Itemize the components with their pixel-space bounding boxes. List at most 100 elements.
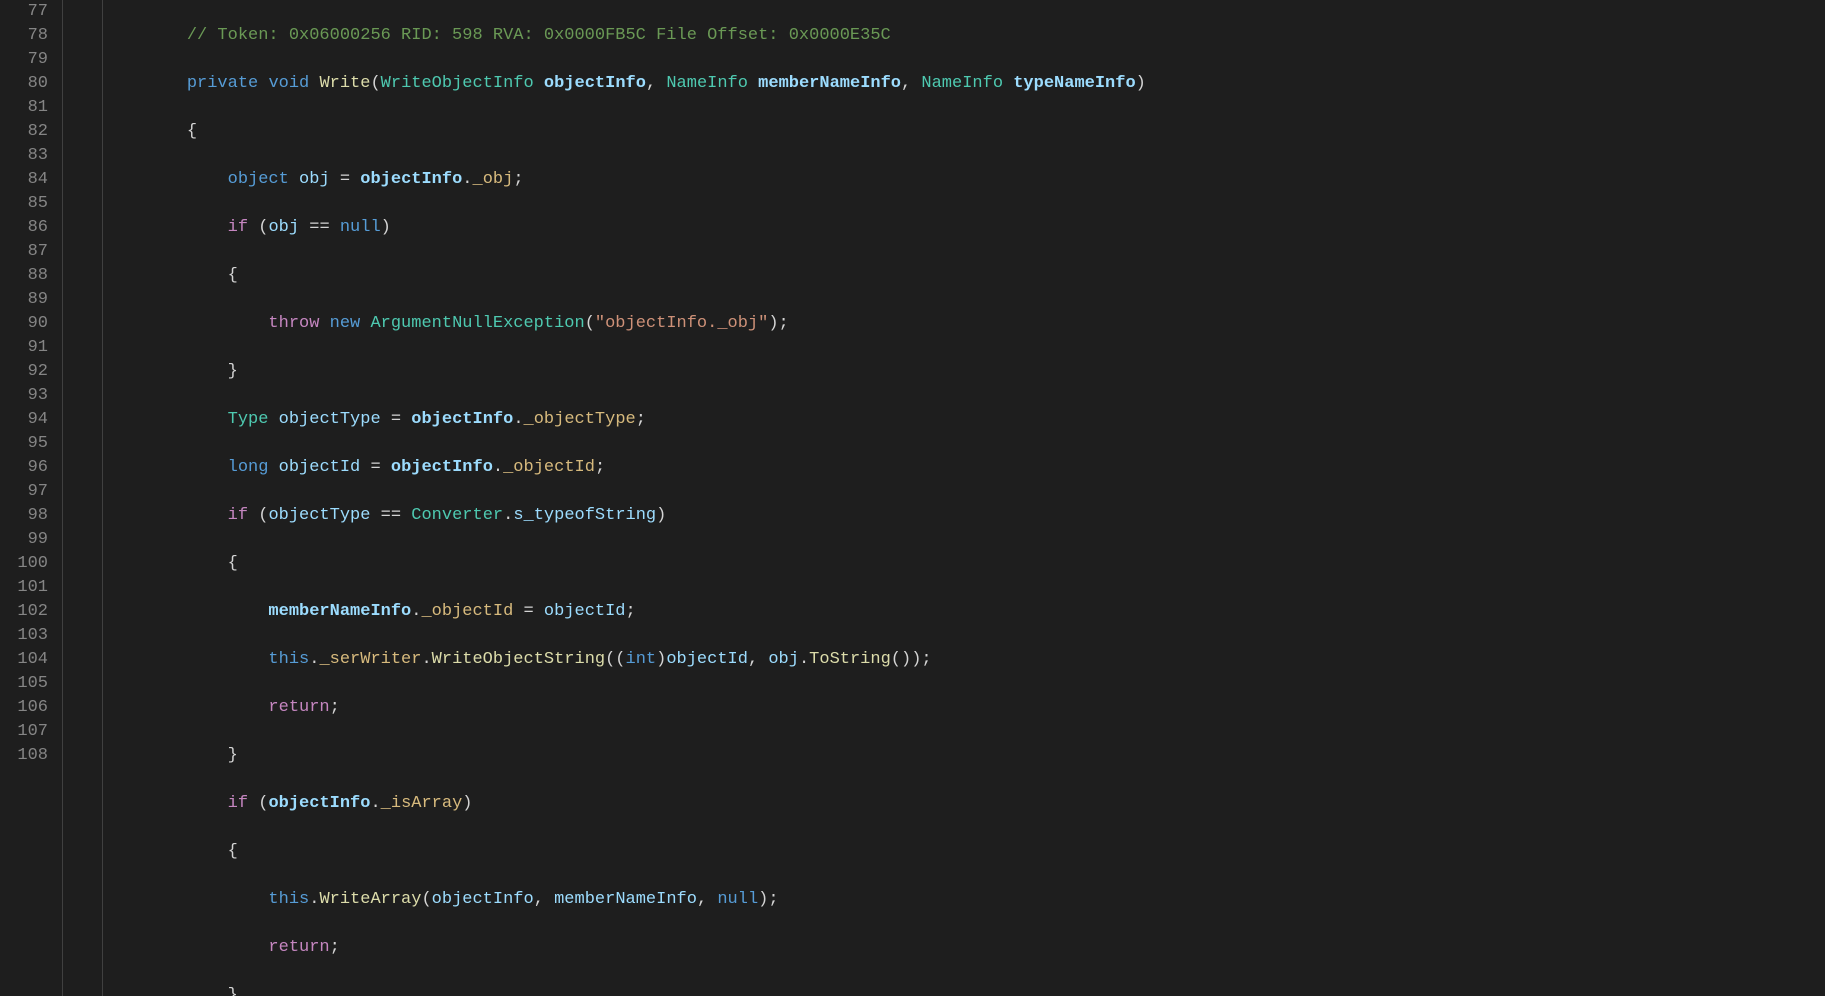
code-line[interactable]: this.WriteArray(objectInfo, memberNameIn… bbox=[146, 888, 1825, 912]
method: ToString bbox=[809, 650, 891, 669]
method-name: Write bbox=[319, 74, 370, 93]
keyword: object bbox=[228, 170, 289, 189]
code-line[interactable]: throw new ArgumentNullException("objectI… bbox=[146, 312, 1825, 336]
line-number: 95 bbox=[8, 432, 48, 456]
param: objectInfo bbox=[432, 890, 534, 909]
brace: { bbox=[228, 266, 238, 285]
code-line[interactable]: object obj = objectInfo._obj; bbox=[146, 168, 1825, 192]
variable: obj bbox=[299, 170, 330, 189]
code-line[interactable]: private void Write(WriteObjectInfo objec… bbox=[146, 72, 1825, 96]
keyword: this bbox=[268, 890, 309, 909]
line-number: 94 bbox=[8, 408, 48, 432]
code-line[interactable]: if (objectType == Converter.s_typeofStri… bbox=[146, 504, 1825, 528]
keyword: return bbox=[268, 698, 329, 717]
variable: obj bbox=[768, 650, 799, 669]
keyword: if bbox=[228, 794, 248, 813]
comment: // Token: 0x06000256 RID: 598 RVA: 0x000… bbox=[187, 26, 891, 45]
line-number-gutter: 7778798081828384858687888990919293949596… bbox=[0, 0, 62, 996]
line-number: 86 bbox=[8, 216, 48, 240]
brace: { bbox=[228, 554, 238, 573]
field: _objectId bbox=[503, 458, 595, 477]
line-number: 79 bbox=[8, 48, 48, 72]
type: int bbox=[626, 650, 657, 669]
variable: objectId bbox=[544, 602, 626, 621]
line-number: 96 bbox=[8, 456, 48, 480]
line-number: 99 bbox=[8, 528, 48, 552]
line-number: 107 bbox=[8, 720, 48, 744]
line-number: 92 bbox=[8, 360, 48, 384]
line-number: 108 bbox=[8, 744, 48, 768]
keyword: throw bbox=[268, 314, 319, 333]
keyword: this bbox=[268, 650, 309, 669]
param: objectInfo bbox=[391, 458, 493, 477]
code-line[interactable]: Type objectType = objectInfo._objectType… bbox=[146, 408, 1825, 432]
brace: } bbox=[228, 746, 238, 765]
param: objectInfo bbox=[360, 170, 462, 189]
field: s_typeofString bbox=[513, 506, 656, 525]
line-number: 85 bbox=[8, 192, 48, 216]
code-content[interactable]: // Token: 0x06000256 RID: 598 RVA: 0x000… bbox=[142, 0, 1825, 996]
line-number: 100 bbox=[8, 552, 48, 576]
line-number: 84 bbox=[8, 168, 48, 192]
param: objectInfo bbox=[544, 74, 646, 93]
line-number: 97 bbox=[8, 480, 48, 504]
field: _objectType bbox=[524, 410, 636, 429]
keyword: if bbox=[228, 218, 248, 237]
code-line[interactable]: this._serWriter.WriteObjectString((int)o… bbox=[146, 648, 1825, 672]
line-number: 80 bbox=[8, 72, 48, 96]
variable: objectType bbox=[268, 506, 370, 525]
line-number: 105 bbox=[8, 672, 48, 696]
line-number: 78 bbox=[8, 24, 48, 48]
code-editor: 7778798081828384858687888990919293949596… bbox=[0, 0, 1825, 996]
code-line[interactable]: return; bbox=[146, 936, 1825, 960]
line-number: 89 bbox=[8, 288, 48, 312]
line-number: 93 bbox=[8, 384, 48, 408]
line-number: 106 bbox=[8, 696, 48, 720]
code-line[interactable]: if (objectInfo._isArray) bbox=[146, 792, 1825, 816]
code-line[interactable]: { bbox=[146, 264, 1825, 288]
line-number: 104 bbox=[8, 648, 48, 672]
variable: obj bbox=[268, 218, 299, 237]
field: _serWriter bbox=[319, 650, 421, 669]
line-number: 88 bbox=[8, 264, 48, 288]
keyword: return bbox=[268, 938, 329, 957]
brace: } bbox=[228, 362, 238, 381]
code-line[interactable]: } bbox=[146, 360, 1825, 384]
code-line[interactable]: { bbox=[146, 840, 1825, 864]
keyword: new bbox=[330, 314, 361, 333]
field: _obj bbox=[473, 170, 514, 189]
type: Type bbox=[228, 410, 269, 429]
line-number: 77 bbox=[8, 0, 48, 24]
type: ArgumentNullException bbox=[370, 314, 584, 333]
code-line[interactable]: if (obj == null) bbox=[146, 216, 1825, 240]
code-line[interactable]: } bbox=[146, 984, 1825, 996]
param: memberNameInfo bbox=[758, 74, 901, 93]
type: NameInfo bbox=[666, 74, 748, 93]
param: memberNameInfo bbox=[554, 890, 697, 909]
type: NameInfo bbox=[921, 74, 1003, 93]
param: objectInfo bbox=[268, 794, 370, 813]
indent-guides bbox=[62, 0, 142, 996]
code-line[interactable]: // Token: 0x06000256 RID: 598 RVA: 0x000… bbox=[146, 24, 1825, 48]
keyword: private bbox=[187, 74, 258, 93]
string: "objectInfo._obj" bbox=[595, 314, 768, 333]
code-line[interactable]: memberNameInfo._objectId = objectId; bbox=[146, 600, 1825, 624]
code-line[interactable]: { bbox=[146, 120, 1825, 144]
line-number: 103 bbox=[8, 624, 48, 648]
line-number: 82 bbox=[8, 120, 48, 144]
line-number: 101 bbox=[8, 576, 48, 600]
keyword: null bbox=[717, 890, 758, 909]
line-number: 91 bbox=[8, 336, 48, 360]
code-line[interactable]: return; bbox=[146, 696, 1825, 720]
field: _objectId bbox=[421, 602, 513, 621]
keyword: null bbox=[340, 218, 381, 237]
line-number: 81 bbox=[8, 96, 48, 120]
param: typeNameInfo bbox=[1013, 74, 1135, 93]
line-number: 98 bbox=[8, 504, 48, 528]
code-line[interactable]: long objectId = objectInfo._objectId; bbox=[146, 456, 1825, 480]
code-line[interactable]: } bbox=[146, 744, 1825, 768]
code-line[interactable]: { bbox=[146, 552, 1825, 576]
brace: } bbox=[228, 986, 238, 996]
keyword: void bbox=[268, 74, 309, 93]
variable: objectType bbox=[279, 410, 381, 429]
